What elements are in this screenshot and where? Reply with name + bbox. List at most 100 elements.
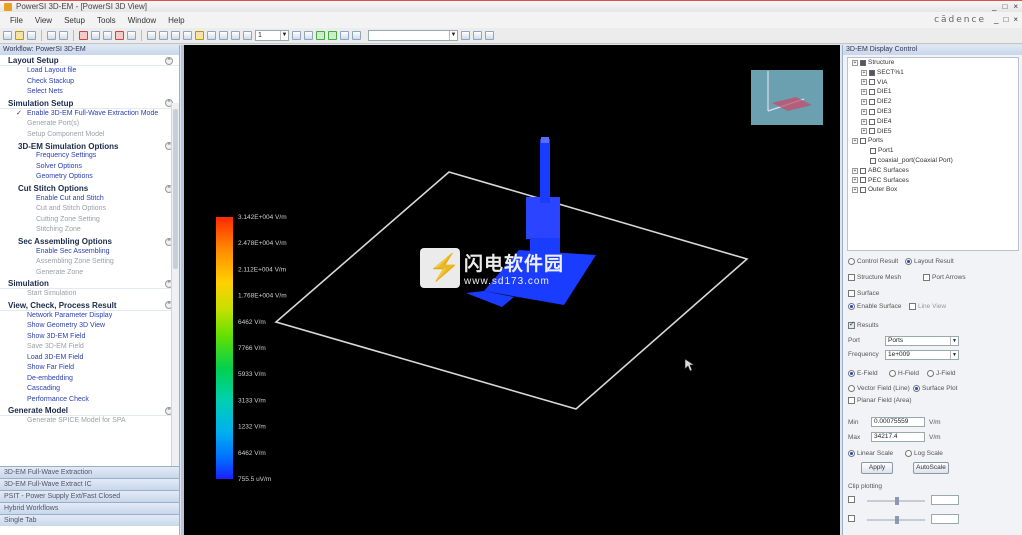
workflow-tab[interactable]: PSIT - Power Supply Ext/Fast Closed (0, 490, 179, 502)
lock-icon[interactable] (195, 31, 204, 40)
workflow-tab[interactable]: 3D-EM Full-Wave Extract IC (0, 478, 179, 490)
tree-node[interactable]: + Outer Box (848, 185, 1018, 195)
expand-icon[interactable]: + (861, 128, 867, 135)
workflow-item[interactable]: Check Stackup (0, 77, 179, 88)
radio-icon[interactable] (889, 370, 896, 377)
checkbox-icon[interactable] (860, 138, 866, 145)
expand-icon[interactable]: + (861, 118, 867, 125)
workflow-item[interactable]: De-embedding (0, 374, 179, 385)
3d-viewport[interactable]: 3.142E+004 V/m 2.478E+004 V/m 2.112E+004 V… (184, 45, 840, 535)
workflow-item[interactable]: Show 3D-EM Field (0, 332, 179, 343)
section-simulation[interactable]: Simulation ^ (0, 279, 179, 289)
workflow-item[interactable]: Select Nets (0, 87, 179, 98)
section-view-check[interactable]: View, Check, Process Result ^ (0, 301, 179, 311)
net-combo[interactable]: ▼ (368, 30, 458, 41)
radio-linear-scale[interactable]: Linear Scale (848, 450, 893, 457)
tree-node[interactable]: + DIE1 (848, 87, 1018, 97)
min-input[interactable]: 0.00075559 (871, 417, 925, 427)
checkbox-icon[interactable] (848, 515, 855, 522)
workflow-scrollbar[interactable] (171, 103, 179, 511)
checkbox-icon[interactable] (870, 157, 876, 164)
check-icon[interactable] (328, 31, 337, 40)
menu-view[interactable]: View (29, 16, 58, 25)
info-icon[interactable] (485, 31, 494, 40)
maximize-icon[interactable]: □ (1002, 2, 1007, 11)
radio-icon[interactable] (913, 385, 920, 392)
clip-input-2[interactable] (931, 514, 959, 524)
checkbox-icon[interactable] (860, 187, 866, 194)
clip-slider-2[interactable] (867, 516, 925, 524)
run-icon[interactable] (316, 31, 325, 40)
expand-icon[interactable]: + (852, 187, 858, 194)
grid-icon[interactable] (103, 31, 112, 40)
copy-icon[interactable] (127, 31, 136, 40)
section-sec-assembling[interactable]: Sec Assembling Options ^ (0, 237, 179, 247)
menu-file[interactable]: File (4, 16, 29, 25)
checkbox-icon[interactable] (870, 148, 876, 155)
undo-icon[interactable] (47, 31, 56, 40)
radio-icon[interactable] (848, 258, 855, 265)
expand-icon[interactable]: + (861, 89, 867, 96)
check-enable-surface[interactable]: Enable Surface (848, 303, 901, 310)
checkbox-icon[interactable] (869, 108, 875, 115)
radio-icon[interactable] (927, 370, 934, 377)
radio-icon[interactable] (848, 385, 855, 392)
zoom-fit-icon[interactable] (171, 31, 180, 40)
workflow-tab[interactable]: Single Tab (0, 514, 179, 526)
expand-icon[interactable]: + (861, 99, 867, 106)
workflow-tab[interactable]: 3D-EM Full-Wave Extraction (0, 466, 179, 478)
redo-icon[interactable] (59, 31, 68, 40)
radio-icon[interactable] (905, 258, 912, 265)
via-icon[interactable] (243, 31, 252, 40)
tree-node[interactable]: + DIE2 (848, 97, 1018, 107)
workflow-item[interactable]: Show Far Field (0, 363, 179, 374)
check-structure-mesh[interactable]: Structure Mesh (848, 274, 901, 281)
stop-icon[interactable] (79, 31, 88, 40)
tree-node[interactable]: + DIE4 (848, 117, 1018, 127)
expand-icon[interactable]: + (852, 59, 858, 66)
checkbox-icon[interactable] (848, 320, 855, 329)
expand-icon[interactable]: + (852, 167, 858, 174)
radio-vector-field[interactable]: Vector Field (Line) (848, 385, 910, 392)
delete-icon[interactable] (115, 31, 124, 40)
radio-surface-plot[interactable]: Surface Plot (913, 385, 957, 392)
section-simulation-setup[interactable]: Simulation Setup ^ (0, 99, 179, 109)
radio-icon[interactable] (848, 303, 855, 310)
checkbox-icon[interactable] (869, 79, 875, 86)
minimize-icon[interactable]: _ (992, 2, 996, 11)
zoom-out-icon[interactable] (159, 31, 168, 40)
pencil-icon[interactable] (340, 31, 349, 40)
checkbox-icon[interactable] (869, 89, 875, 96)
autoscale-button[interactable]: AutoScale (913, 462, 949, 474)
slider-knob[interactable] (895, 516, 899, 524)
workflow-item-checked[interactable]: Enable 3D-EM Full-Wave Extraction Mode (0, 109, 179, 120)
tree-node[interactable]: + ABC Surfaces (848, 166, 1018, 176)
checkbox-icon[interactable] (848, 274, 855, 281)
orientation-minimap[interactable] (751, 70, 823, 125)
workflow-item[interactable]: Load 3D-EM Field (0, 353, 179, 364)
tree-node[interactable]: + DIE3 (848, 107, 1018, 117)
clip-input-1[interactable] (931, 495, 959, 505)
structure-tree[interactable]: + Structure + SECT%1 + VIA + DIE1 + DIE2 + DIE3 + DIE… (847, 57, 1019, 251)
expand-icon[interactable]: + (852, 138, 858, 145)
workflow-item[interactable]: Performance Check (0, 395, 179, 406)
radio-h-field[interactable]: H-Field (889, 370, 919, 377)
workflow-item[interactable]: Show Geometry 3D View (0, 321, 179, 332)
workflow-item[interactable]: Enable Cut and Stitch (0, 194, 179, 205)
check-line-view[interactable]: Line View (909, 303, 946, 310)
apply-button[interactable]: Apply (861, 462, 893, 474)
expand-icon[interactable]: + (852, 177, 858, 184)
workflow-item[interactable]: Cascading (0, 384, 179, 395)
checkbox-icon[interactable] (848, 397, 855, 404)
radio-icon[interactable] (848, 450, 855, 457)
checkbox-icon[interactable] (909, 303, 916, 310)
scrollbar-thumb[interactable] (173, 109, 178, 269)
checkbox-icon[interactable] (860, 167, 866, 174)
frequency-select[interactable]: 1e+009 ▼ (885, 350, 959, 360)
workflow-item[interactable]: Load Layout file (0, 66, 179, 77)
tree-node[interactable]: + Structure (848, 58, 1018, 68)
checkbox-icon[interactable] (860, 177, 866, 184)
checkbox-icon[interactable] (869, 128, 875, 135)
radio-j-field[interactable]: J-Field (927, 370, 956, 377)
clip-check-2[interactable] (848, 515, 857, 522)
